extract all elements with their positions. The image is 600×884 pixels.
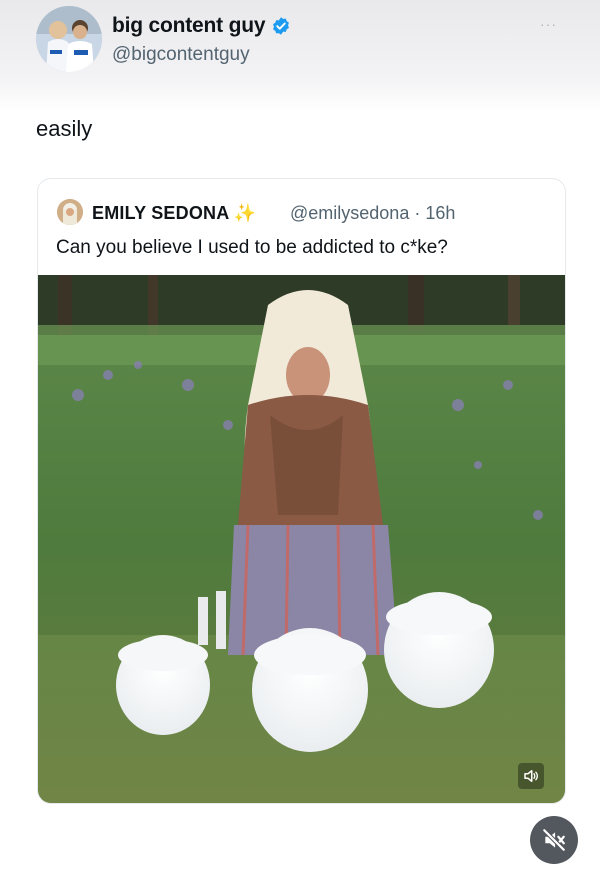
tweet-text: easily <box>36 116 93 141</box>
quoted-name-row[interactable]: EMILY SEDONA ✨ <box>92 203 256 224</box>
quoted-author-avatar[interactable] <box>57 199 83 225</box>
video-player[interactable] <box>38 275 565 803</box>
quoted-separator: · <box>414 203 421 223</box>
quoted-meta: @emilysedona · 16h <box>290 203 455 224</box>
sparkles-emoji: ✨ <box>233 203 257 223</box>
more-options-button[interactable]: ··· <box>540 16 557 32</box>
muted-speaker-icon[interactable] <box>530 816 578 864</box>
quoted-display-name[interactable]: EMILY SEDONA <box>92 203 229 224</box>
speaker-icon[interactable] <box>518 763 544 789</box>
author-display-name[interactable]: big content guy <box>112 14 266 38</box>
verified-badge-icon <box>273 17 290 35</box>
author-handle[interactable]: @bigcontentguy <box>112 44 250 66</box>
quoted-tweet-card[interactable]: EMILY SEDONA ✨ @emilysedona · 16h Can yo… <box>37 178 566 804</box>
author-avatar[interactable] <box>36 6 102 72</box>
quoted-timestamp[interactable]: 16h <box>425 203 455 223</box>
quoted-text: Can you believe I used to be addicted to… <box>56 237 448 258</box>
quoted-handle[interactable]: @emilysedona <box>290 203 409 223</box>
author-name-row[interactable]: big content guy <box>112 14 291 38</box>
